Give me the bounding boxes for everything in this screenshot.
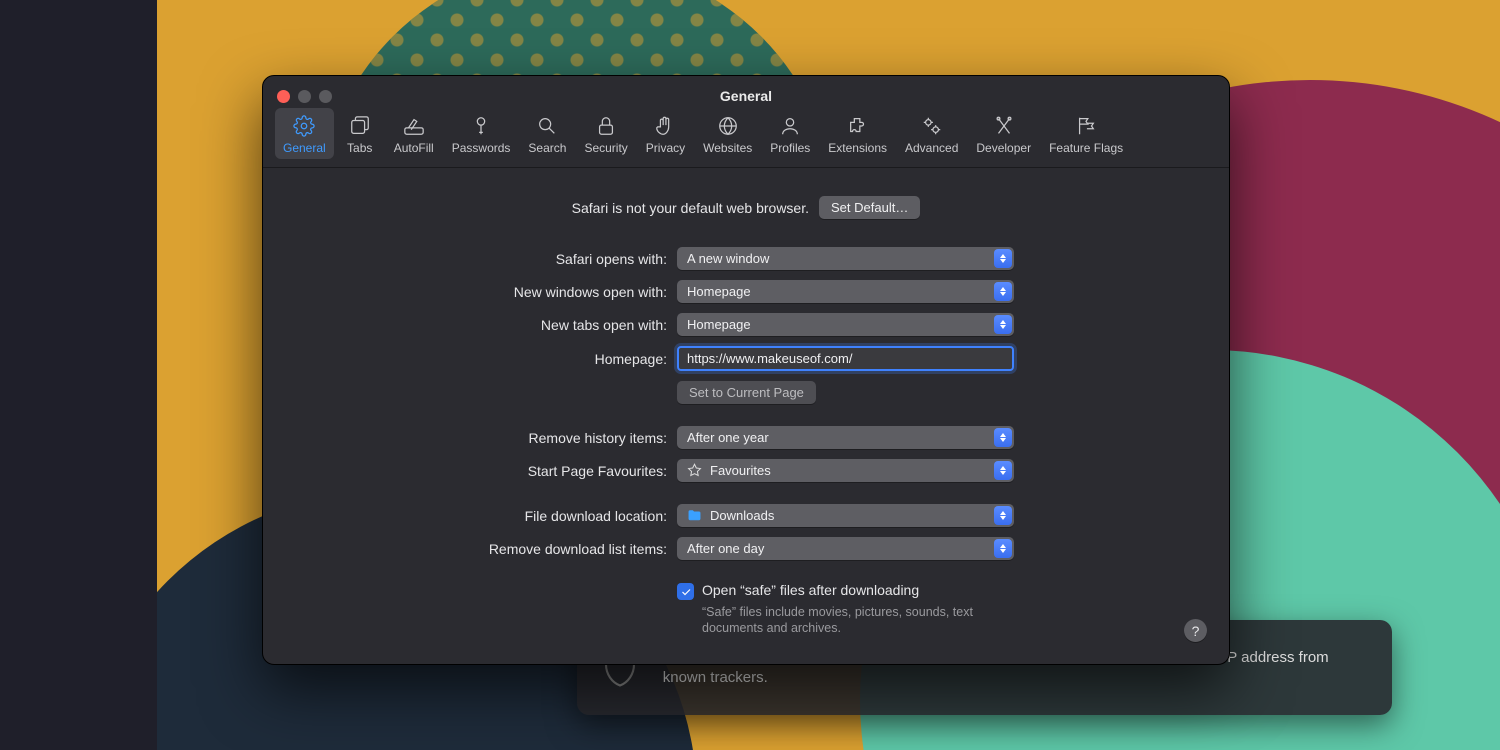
tab-advanced[interactable]: Advanced [897, 108, 966, 159]
select-download-location[interactable]: Downloads [677, 504, 1014, 527]
chevron-updown-icon [994, 315, 1012, 334]
folder-icon [687, 508, 702, 523]
label-homepage: Homepage: [263, 351, 677, 367]
set-current-page-button[interactable]: Set to Current Page [677, 381, 816, 404]
tab-websites[interactable]: Websites [695, 108, 760, 159]
globe-icon [717, 114, 739, 138]
key-icon [470, 114, 492, 138]
chevron-updown-icon [994, 539, 1012, 558]
select-favourites[interactable]: Favourites [677, 459, 1014, 482]
pencil-icon [403, 114, 425, 138]
chevron-updown-icon [994, 282, 1012, 301]
default-browser-message: Safari is not your default web browser. [572, 200, 809, 216]
preferences-body: Safari is not your default web browser. … [263, 168, 1229, 664]
preferences-toolbar: General Tabs AutoFill Passwords Search [275, 108, 1217, 159]
set-default-button[interactable]: Set Default… [819, 196, 920, 219]
open-safe-files-label: Open “safe” files after downloading [702, 582, 1002, 598]
star-icon [687, 463, 702, 478]
select-opens-with[interactable]: A new window [677, 247, 1014, 270]
tab-passwords[interactable]: Passwords [444, 108, 519, 159]
select-new-windows[interactable]: Homepage [677, 280, 1014, 303]
tab-tabs[interactable]: Tabs [336, 108, 384, 159]
search-icon [536, 114, 558, 138]
gears-icon [921, 114, 943, 138]
chevron-updown-icon [994, 249, 1012, 268]
label-new-windows: New windows open with: [263, 284, 677, 300]
label-remove-downloads: Remove download list items: [263, 541, 677, 557]
tab-autofill[interactable]: AutoFill [386, 108, 442, 159]
window-title: General [263, 88, 1229, 104]
homepage-field[interactable] [677, 346, 1014, 371]
select-remove-downloads[interactable]: After one day [677, 537, 1014, 560]
label-new-tabs: New tabs open with: [263, 317, 677, 333]
open-safe-files-help: “Safe” files include movies, pictures, s… [702, 604, 1002, 637]
chevron-updown-icon [994, 461, 1012, 480]
label-favourites: Start Page Favourites: [263, 463, 677, 479]
tab-privacy[interactable]: Privacy [638, 108, 693, 159]
gear-icon [293, 114, 315, 138]
tab-security[interactable]: Security [576, 108, 635, 159]
lock-icon [595, 114, 617, 138]
label-download-location: File download location: [263, 508, 677, 524]
chevron-updown-icon [994, 428, 1012, 447]
label-opens-with: Safari opens with: [263, 251, 677, 267]
open-safe-files-checkbox[interactable] [677, 583, 694, 600]
chevron-updown-icon [994, 506, 1012, 525]
tab-general[interactable]: General [275, 108, 334, 159]
tabs-icon [349, 114, 371, 138]
tools-icon [993, 114, 1015, 138]
tab-extensions[interactable]: Extensions [820, 108, 895, 159]
tab-search[interactable]: Search [520, 108, 574, 159]
titlebar: General General Tabs AutoFill Passwords [263, 76, 1229, 168]
tab-feature-flags[interactable]: Feature Flags [1041, 108, 1131, 159]
tab-profiles[interactable]: Profiles [762, 108, 818, 159]
label-remove-history: Remove history items: [263, 430, 677, 446]
hand-icon [654, 114, 676, 138]
tab-developer[interactable]: Developer [968, 108, 1039, 159]
person-icon [779, 114, 801, 138]
preferences-window: General General Tabs AutoFill Passwords [262, 75, 1230, 665]
puzzle-icon [847, 114, 869, 138]
flags-icon [1075, 114, 1097, 138]
select-new-tabs[interactable]: Homepage [677, 313, 1014, 336]
select-remove-history[interactable]: After one year [677, 426, 1014, 449]
external-panel [0, 0, 157, 750]
help-button[interactable]: ? [1184, 619, 1207, 642]
